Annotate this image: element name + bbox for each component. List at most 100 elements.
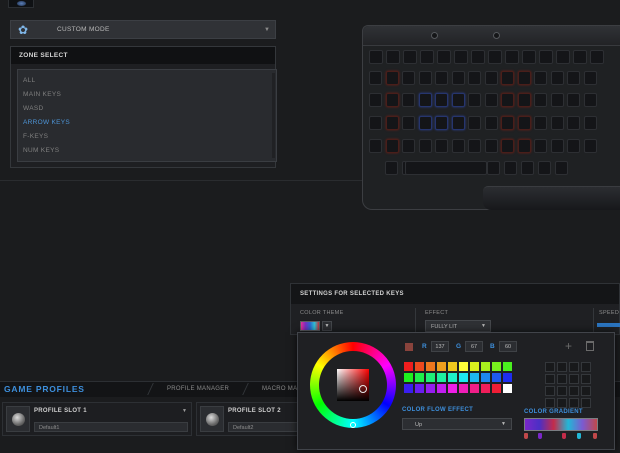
color-gradient-bar[interactable] bbox=[524, 418, 598, 431]
gradient-stop-handle[interactable] bbox=[562, 433, 566, 439]
effect-label: EFFECT bbox=[425, 310, 449, 316]
palette-swatch[interactable] bbox=[415, 362, 424, 371]
custom-color-slot[interactable] bbox=[557, 386, 567, 396]
palette-swatch[interactable] bbox=[503, 384, 512, 393]
palette-swatch[interactable] bbox=[437, 384, 446, 393]
palette-swatch[interactable] bbox=[404, 373, 413, 382]
palette-swatch[interactable] bbox=[448, 384, 457, 393]
zone-item[interactable]: NUM KEYS bbox=[18, 144, 276, 158]
palette-swatch[interactable] bbox=[448, 362, 457, 371]
palette-swatch[interactable] bbox=[492, 373, 501, 382]
zone-item[interactable]: ARROW KEYS bbox=[18, 116, 276, 130]
palette-swatch[interactable] bbox=[459, 362, 468, 371]
gradient-stop-handle[interactable] bbox=[593, 433, 597, 439]
custom-color-slot[interactable] bbox=[569, 362, 579, 372]
custom-color-slot[interactable] bbox=[545, 386, 555, 396]
zone-item[interactable]: WASD bbox=[18, 102, 276, 116]
custom-color-slot[interactable] bbox=[545, 398, 555, 408]
palette-swatch[interactable] bbox=[470, 373, 479, 382]
palette-swatch[interactable] bbox=[415, 384, 424, 393]
effect-dropdown[interactable]: FULLY LIT ▼ bbox=[425, 320, 491, 332]
custom-color-slot[interactable] bbox=[545, 362, 555, 372]
keyboard-key bbox=[369, 71, 382, 85]
profile-slot-value-field[interactable]: Default1 bbox=[34, 422, 188, 432]
custom-color-slot[interactable] bbox=[581, 362, 591, 372]
keyboard-key bbox=[451, 139, 465, 153]
plus-icon[interactable]: + bbox=[565, 340, 572, 352]
palette-swatch[interactable] bbox=[404, 362, 413, 371]
keyboard-key bbox=[534, 116, 547, 130]
gradient-stop-handle[interactable] bbox=[524, 433, 528, 439]
zone-item[interactable]: F-KEYS bbox=[18, 130, 276, 144]
keyboard-key bbox=[534, 93, 547, 107]
palette-swatch[interactable] bbox=[448, 373, 457, 382]
keyboard-key bbox=[517, 116, 531, 130]
color-flow-value: Up bbox=[415, 422, 423, 428]
palette-swatch[interactable] bbox=[426, 384, 435, 393]
keyboard-key bbox=[517, 139, 531, 153]
custom-color-slot[interactable] bbox=[557, 398, 567, 408]
zone-item[interactable]: ALL bbox=[18, 74, 276, 88]
palette-swatch[interactable] bbox=[481, 384, 490, 393]
green-input[interactable]: 67 bbox=[465, 341, 483, 352]
keyboard-key bbox=[555, 161, 568, 175]
hue-marker[interactable] bbox=[350, 422, 356, 428]
palette-swatch[interactable] bbox=[481, 373, 490, 382]
palette-swatch[interactable] bbox=[426, 373, 435, 382]
palette-swatch[interactable] bbox=[470, 384, 479, 393]
palette-swatch[interactable] bbox=[404, 384, 413, 393]
palette-swatch[interactable] bbox=[481, 362, 490, 371]
palette-swatch[interactable] bbox=[437, 373, 446, 382]
keyboard-knob-icon bbox=[431, 32, 438, 39]
palette-swatch[interactable] bbox=[459, 384, 468, 393]
custom-color-slot[interactable] bbox=[569, 374, 579, 384]
keyboard-key bbox=[385, 71, 399, 85]
keyboard-key bbox=[538, 161, 551, 175]
zone-item[interactable]: MAIN KEYS bbox=[18, 88, 276, 102]
palette-swatch[interactable] bbox=[459, 373, 468, 382]
keyboard-key bbox=[418, 116, 432, 130]
gradient-stop-handle[interactable] bbox=[577, 433, 581, 439]
custom-color-slot[interactable] bbox=[569, 398, 579, 408]
trash-icon[interactable] bbox=[586, 341, 594, 351]
logo-icon bbox=[17, 1, 26, 6]
color-cursor[interactable] bbox=[359, 385, 367, 393]
palette-swatch[interactable] bbox=[503, 373, 512, 382]
palette-swatch[interactable] bbox=[415, 373, 424, 382]
tab-profile-manager[interactable]: PROFILE MANAGER bbox=[167, 386, 229, 392]
custom-color-slot[interactable] bbox=[581, 398, 591, 408]
palette-swatch[interactable] bbox=[426, 362, 435, 371]
game-profiles-tab[interactable]: GAME PROFILES bbox=[4, 384, 85, 394]
palette-swatch[interactable] bbox=[437, 362, 446, 371]
palette-swatch[interactable] bbox=[470, 362, 479, 371]
blue-input[interactable]: 60 bbox=[499, 341, 517, 352]
color-flow-dropdown[interactable]: Up ▼ bbox=[402, 418, 512, 430]
custom-color-slot[interactable] bbox=[557, 362, 567, 372]
roccat-logo-button[interactable] bbox=[8, 0, 34, 8]
zone-scrollbar[interactable] bbox=[272, 73, 275, 158]
color-theme-dropdown-button[interactable]: ▼ bbox=[322, 321, 332, 331]
color-theme-swatch[interactable] bbox=[300, 321, 320, 331]
palette-swatch[interactable] bbox=[492, 362, 501, 371]
custom-color-slot[interactable] bbox=[557, 374, 567, 384]
keyboard-top-panel bbox=[363, 26, 620, 46]
custom-color-slot[interactable] bbox=[581, 374, 591, 384]
keyboard-key bbox=[418, 71, 432, 85]
speed-slider[interactable] bbox=[597, 323, 620, 327]
profile-slot-1[interactable]: PROFILE SLOT 1 ▼ Default1 bbox=[2, 402, 192, 436]
mode-dropdown[interactable]: ✿ CUSTOM MODE ▼ bbox=[10, 20, 276, 39]
custom-color-slot[interactable] bbox=[581, 386, 591, 396]
gradient-stop-handle[interactable] bbox=[538, 433, 542, 439]
red-input[interactable]: 137 bbox=[431, 341, 449, 352]
profile-slot-icon bbox=[200, 406, 224, 432]
hue-ring[interactable] bbox=[310, 342, 396, 428]
keyboard-key bbox=[435, 93, 448, 107]
keyboard-key bbox=[402, 93, 415, 107]
keyboard-key bbox=[590, 50, 604, 64]
chevron-down-icon[interactable]: ▼ bbox=[182, 408, 187, 414]
keyboard-key bbox=[369, 93, 382, 107]
palette-swatch[interactable] bbox=[503, 362, 512, 371]
custom-color-slot[interactable] bbox=[569, 386, 579, 396]
custom-color-slot[interactable] bbox=[545, 374, 555, 384]
palette-swatch[interactable] bbox=[492, 384, 501, 393]
